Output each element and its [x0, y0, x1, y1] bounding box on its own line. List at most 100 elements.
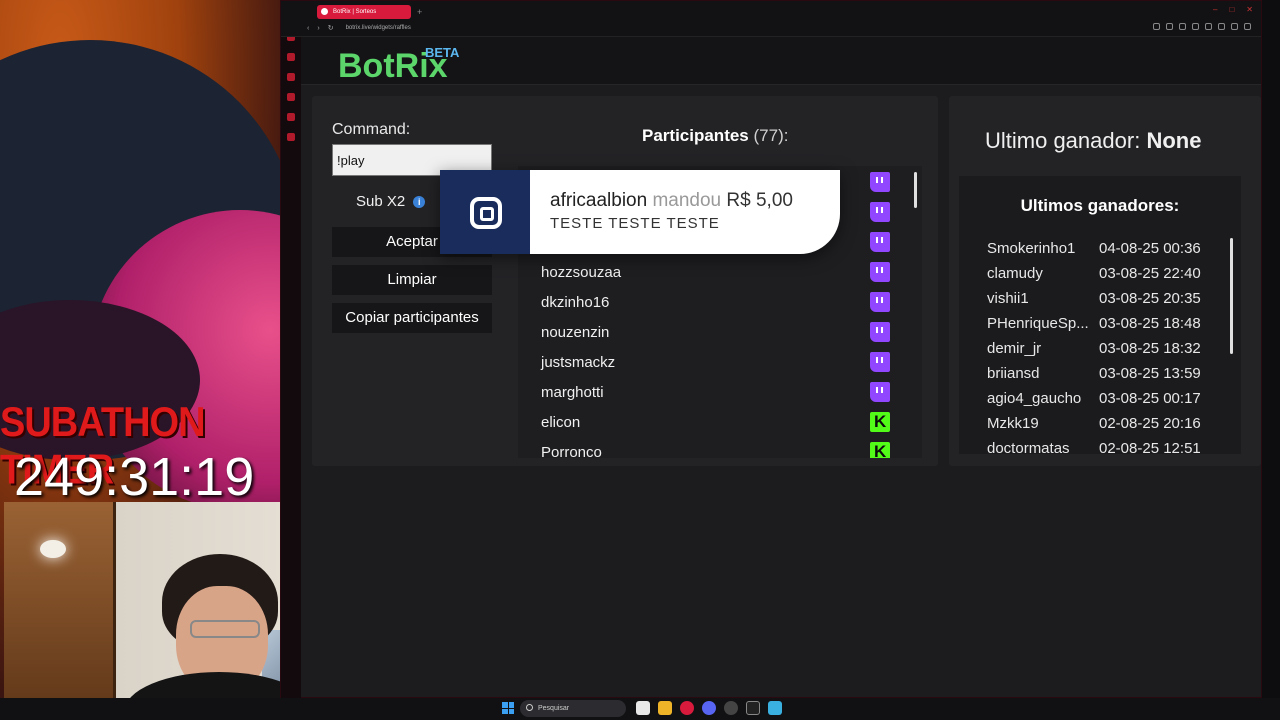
app-icon[interactable] — [768, 701, 782, 715]
winner-date: 03-08-25 13:59 — [1099, 365, 1201, 382]
winner-row: vishii1 03-08-25 20:35 — [987, 290, 1227, 315]
winner-name: demir_jr — [987, 340, 1042, 357]
winner-name: Mzkk19 — [987, 415, 1039, 432]
participant-row: marghotti — [518, 378, 908, 408]
browser-toolbar: BotRix | Sorteos + ‹ › ↻ botrix.live/wid… — [281, 1, 1261, 37]
task-view-icon[interactable] — [636, 701, 650, 715]
participant-name: nouzenzin — [541, 324, 610, 341]
maximize-icon[interactable]: □ — [1229, 5, 1234, 14]
alert-logo-icon — [470, 197, 502, 229]
subathon-timer-value: 249:31:19 — [14, 447, 255, 507]
winner-date: 03-08-25 18:32 — [1099, 340, 1201, 357]
extension-icon[interactable] — [1192, 23, 1199, 30]
search-placeholder: Pesquisar — [538, 705, 570, 712]
participant-name: justsmackz — [541, 354, 616, 371]
participant-row: dkzinho16 — [518, 288, 908, 318]
alert-verb: mandou — [652, 190, 722, 211]
participant-name: elicon — [541, 414, 581, 431]
kick-icon — [870, 412, 890, 432]
tab-favicon-icon — [321, 8, 328, 15]
snapshot-icon[interactable] — [1179, 23, 1186, 30]
winner-name: doctormatas — [987, 440, 1070, 457]
participant-name: hozzsouzaa — [541, 264, 622, 281]
last-winner-label: Ultimo ganador: — [985, 128, 1141, 153]
winner-date: 02-08-25 20:16 — [1099, 415, 1201, 432]
forward-icon[interactable]: › — [317, 25, 319, 32]
address-bar[interactable]: botrix.live/widgets/raffles — [346, 25, 411, 31]
twitch-icon — [870, 382, 890, 402]
alert-amount: R$ 5,00 — [726, 190, 793, 211]
participants-scrollbar[interactable] — [914, 172, 917, 208]
winner-date: 03-08-25 20:35 — [1099, 290, 1201, 307]
play-icon[interactable] — [1205, 23, 1212, 30]
command-label: Command: — [332, 121, 411, 138]
file-explorer-icon[interactable] — [658, 701, 672, 715]
winner-date: 03-08-25 18:48 — [1099, 315, 1201, 332]
close-icon[interactable]: ✕ — [1246, 5, 1253, 14]
reload-icon[interactable]: ↻ — [328, 24, 334, 32]
twitch-icon — [870, 352, 890, 372]
winner-name: agio4_gaucho — [987, 390, 1082, 407]
winners-list-box[interactable]: Ultimos ganadores: Smokerinho1 04-08-25 0… — [959, 176, 1241, 457]
winner-date: 04-08-25 00:36 — [1099, 240, 1201, 257]
winner-name: Smokerinho1 — [987, 240, 1076, 257]
twitch-icon — [870, 202, 890, 222]
info-icon[interactable]: i — [413, 195, 426, 208]
participant-row: justsmackz — [518, 348, 908, 378]
participant-name: Porronco — [541, 444, 602, 458]
start-icon[interactable] — [502, 702, 514, 714]
winners-list-title: Ultimos ganadores: — [1020, 196, 1180, 215]
sidebar-icon[interactable] — [287, 53, 295, 61]
twitch-icon — [870, 172, 890, 192]
participant-row: elicon — [518, 408, 908, 438]
sub-label: Sub X2 — [356, 193, 406, 210]
winner-row: demir_jr 03-08-25 18:32 — [987, 340, 1227, 365]
winner-date: 03-08-25 00:17 — [1099, 390, 1201, 407]
winner-row: Smokerinho1 04-08-25 00:36 — [987, 240, 1227, 265]
winner-date: 03-08-25 22:40 — [1099, 265, 1201, 282]
participant-name: marghotti — [541, 384, 604, 401]
back-icon[interactable]: ‹ — [307, 25, 309, 32]
sidebar-icon[interactable] — [287, 93, 295, 101]
participants-title: Participantes (77): — [642, 126, 788, 146]
minimize-icon[interactable]: – — [1213, 5, 1217, 14]
winner-row: PHenriqueSp... 03-08-25 18:48 — [987, 315, 1227, 340]
clear-button[interactable]: Limpiar — [332, 265, 492, 295]
menu-icon[interactable] — [1244, 23, 1251, 30]
winner-row: briiansd 03-08-25 13:59 — [987, 365, 1227, 390]
opera-icon[interactable] — [680, 701, 694, 715]
app-icon[interactable] — [746, 701, 760, 715]
winner-name: clamudy — [987, 265, 1043, 282]
winner-row: clamudy 03-08-25 22:40 — [987, 265, 1227, 290]
winner-row: agio4_gaucho 03-08-25 00:17 — [987, 390, 1227, 415]
browser-tab[interactable]: BotRix | Sorteos — [317, 5, 411, 19]
participant-row: hozzsouzaa — [518, 258, 908, 288]
webcam-feed — [4, 502, 316, 720]
pin-icon[interactable] — [1166, 23, 1173, 30]
last-winner: Ultimo ganador: None — [985, 128, 1201, 154]
kick-icon — [870, 442, 890, 458]
zoom-icon[interactable] — [1153, 23, 1160, 30]
copy-participants-button[interactable]: Copiar participantes — [332, 303, 492, 333]
bookmark-icon[interactable] — [1218, 23, 1225, 30]
discord-icon[interactable] — [702, 701, 716, 715]
winner-name: vishii1 — [987, 290, 1029, 307]
twitch-icon — [870, 262, 890, 282]
winners-scrollbar[interactable] — [1230, 238, 1233, 354]
taskbar: Pesquisar — [0, 698, 1280, 720]
winners-panel: Ultimo ganador: None Ultimos ganadores: … — [949, 96, 1261, 466]
winner-row: Mzkk19 02-08-25 20:16 — [987, 415, 1227, 440]
taskbar-search[interactable]: Pesquisar — [520, 700, 626, 717]
app-icon[interactable] — [724, 701, 738, 715]
sidebar-icon[interactable] — [287, 133, 295, 141]
browser-sidebar — [281, 1, 301, 699]
sidebar-icon[interactable] — [287, 73, 295, 81]
heart-icon[interactable] — [1231, 23, 1238, 30]
winner-name: PHenriqueSp... — [987, 315, 1089, 332]
search-icon — [526, 704, 533, 711]
raffle-panel: Command: Sub X2 i Aceptar Limpiar Copiar… — [312, 96, 938, 466]
sidebar-icon[interactable] — [287, 113, 295, 121]
new-tab-icon[interactable]: + — [417, 5, 422, 19]
alert-username: africaalbion — [550, 190, 648, 211]
tab-title: BotRix | Sorteos — [333, 9, 377, 15]
